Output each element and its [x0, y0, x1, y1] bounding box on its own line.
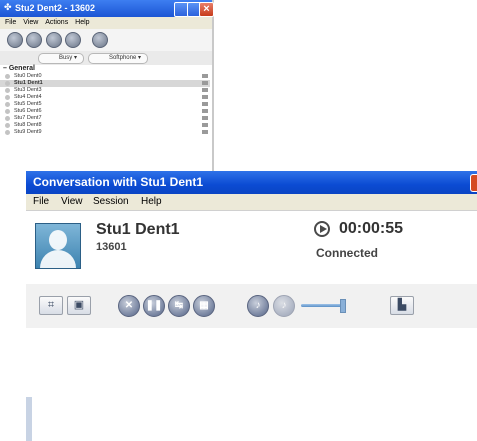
presence-dot [5, 130, 10, 135]
presence-value: Busy [58, 55, 73, 61]
contact-name: Stu1 Dent1 [14, 80, 43, 86]
phone-icon [202, 81, 208, 85]
phone-icon [202, 130, 208, 134]
contact-name: Stu0 Dent0 [14, 73, 42, 79]
menu-view[interactable]: View [61, 194, 83, 210]
keypad-button[interactable]: ▦ [193, 295, 215, 317]
presence-dot [5, 74, 10, 79]
contact-item[interactable]: Stu7 Dent7 [0, 115, 210, 122]
call-info-panel: Stu1 Dent1 13601 00:00:55 Connected [26, 210, 477, 286]
directory-icon[interactable] [26, 32, 42, 48]
window-edge [26, 397, 32, 441]
contact-name: Stu8 Dent8 [14, 122, 42, 128]
contacts-menu-bar: File View Actions Help [0, 17, 212, 29]
group-header[interactable]: – General [3, 65, 35, 72]
contact-item[interactable]: Stu6 Dent6 [0, 108, 210, 115]
contacts-toolbar [0, 29, 212, 51]
dialpad-button[interactable]: ⌗ [39, 296, 63, 315]
dial-icon[interactable] [7, 32, 23, 48]
conference-button[interactable]: ▙ [390, 296, 414, 315]
contacts-title-bar[interactable]: ✤ Stu2 Dent2 - 13602 × [0, 0, 214, 17]
volume-slider[interactable] [301, 304, 345, 307]
menu-help[interactable]: Help [141, 194, 162, 210]
phone-icon [202, 95, 208, 99]
device-select[interactable]: Softphone ▾ [88, 53, 148, 64]
menu-view[interactable]: View [23, 19, 38, 26]
contact-name: Stu1 Dent1 [96, 221, 180, 238]
contact-item[interactable]: Stu5 Dent5 [0, 101, 210, 108]
contact-item[interactable]: Stu3 Dent3 [0, 87, 210, 94]
presence-dot [5, 109, 10, 114]
menu-actions[interactable]: Actions [45, 19, 68, 26]
avatar [35, 223, 81, 269]
voicemail-icon[interactable] [65, 32, 81, 48]
phone-icon [202, 74, 208, 78]
hold-button[interactable]: ❚❚ [143, 295, 165, 317]
contact-name: Stu4 Dent4 [14, 94, 42, 100]
call-status: Connected [316, 246, 379, 260]
presence-dot [5, 81, 10, 86]
phone-icon [202, 102, 208, 106]
app-icon: ✤ [4, 2, 12, 12]
menu-help[interactable]: Help [75, 19, 89, 26]
contact-item[interactable]: Stu8 Dent8 [0, 122, 210, 129]
volume-slider-thumb[interactable] [340, 299, 346, 313]
phone-icon [202, 123, 208, 127]
presence-select[interactable]: Busy ▾ [38, 53, 84, 64]
presence-dot [5, 123, 10, 128]
status-bar: Busy ▾ Softphone ▾ [0, 51, 212, 65]
conversation-title-bar[interactable]: Conversation with Stu1 Dent1 [26, 171, 477, 194]
contact-name: Stu9 Dent9 [14, 129, 42, 135]
contact-item-selected[interactable]: Stu1 Dent1 [0, 80, 210, 87]
contact-name: Stu6 Dent6 [14, 108, 42, 114]
contact-item[interactable]: Stu0 Dent0 [0, 73, 210, 80]
conversation-menu-bar: File View Session Help [26, 194, 477, 210]
device-value: Softphone [108, 55, 137, 61]
play-icon [314, 221, 330, 237]
avatar-body [40, 250, 76, 268]
presence-dot [5, 88, 10, 93]
settings-icon[interactable] [92, 32, 108, 48]
conversation-window: Conversation with Stu1 Dent1 File View S… [26, 171, 477, 441]
conversation-title: Conversation with Stu1 Dent1 [33, 175, 204, 189]
menu-file[interactable]: File [33, 194, 49, 210]
contact-name: Stu3 Dent3 [14, 87, 42, 93]
presence-dot [5, 116, 10, 121]
speaker-button[interactable]: ♪ [273, 295, 295, 317]
phone-icon [202, 88, 208, 92]
contact-card-button[interactable]: ▣ [67, 296, 91, 315]
contacts-window-title: Stu2 Dent2 - 13602 [15, 3, 96, 13]
menu-file[interactable]: File [5, 19, 16, 26]
group-name: General [8, 65, 35, 72]
presence-dot [5, 102, 10, 107]
contact-name: Stu5 Dent5 [14, 101, 42, 107]
call-toolbar: ⌗ ▣ ✕ ❚❚ ↹ ▦ ♪ ♪ ▙ [26, 284, 477, 441]
contact-item[interactable]: Stu9 Dent9 [0, 129, 210, 136]
end-call-button[interactable]: ✕ [118, 295, 140, 317]
contact-number: 13601 [96, 241, 127, 253]
contact-item[interactable]: Stu4 Dent4 [0, 94, 210, 101]
phone-icon [202, 109, 208, 113]
chat-icon[interactable] [46, 32, 62, 48]
mute-button[interactable]: ♪ [247, 295, 269, 317]
close-button[interactable]: × [199, 2, 214, 17]
avatar-head [49, 230, 67, 250]
call-timer: 00:00:55 [339, 220, 404, 237]
phone-icon [202, 116, 208, 120]
presence-dot [5, 95, 10, 100]
contact-name: Stu7 Dent7 [14, 115, 42, 121]
close-button[interactable] [470, 174, 477, 192]
menu-session[interactable]: Session [93, 194, 129, 210]
transfer-button[interactable]: ↹ [168, 295, 190, 317]
